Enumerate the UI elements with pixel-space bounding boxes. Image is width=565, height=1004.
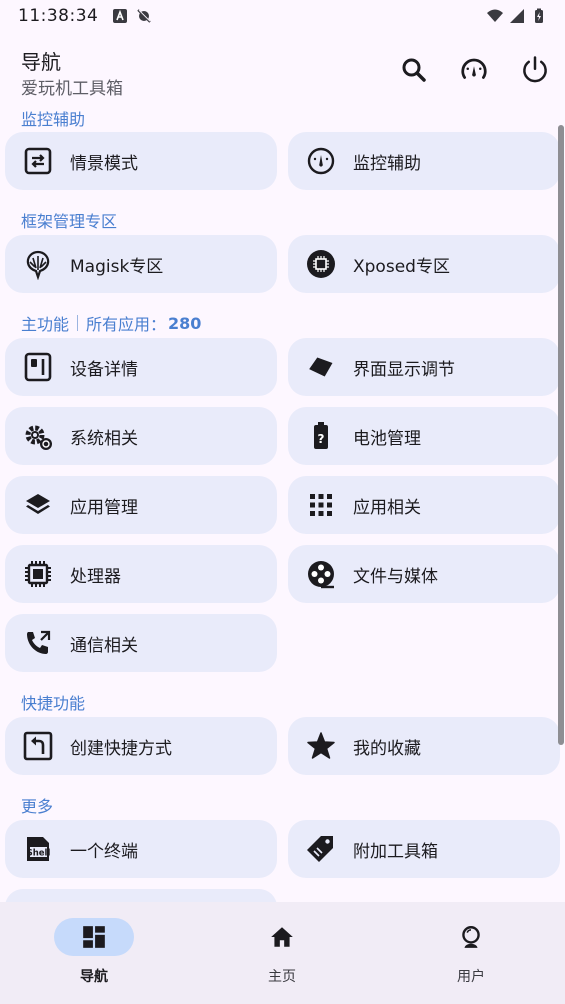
all-apps-count: 280 [168,313,202,333]
power-icon [523,56,547,83]
card-label: 监控辅助 [353,153,421,174]
page-subtitle: 爱玩机工具箱 [21,79,123,99]
nav-item-home[interactable]: 主页 [212,918,352,998]
nav-pill [242,918,322,956]
card-system[interactable]: 系统相关 [5,407,277,465]
card-label: 情景模式 [70,153,138,174]
shell-icon: Shell [27,837,51,861]
notification-off-icon [137,9,152,23]
svg-text:Shell: Shell [27,849,51,859]
card-partial[interactable] [5,889,277,902]
scrollbar-thumb[interactable] [558,125,564,745]
user-icon [462,926,480,948]
card-extra-toolbox[interactable]: 附加工具箱 [288,820,560,878]
card-label: 通信相关 [70,635,138,656]
monitor-button[interactable] [456,52,492,88]
display-adjust-icon [309,357,333,377]
app-header: 导航 爱玩机工具箱 [0,40,565,102]
nav-label: 主页 [268,969,296,985]
signal-icon [510,9,524,23]
section-main-title: 主功能 [21,315,70,334]
search-button[interactable] [396,52,432,88]
battery-unknown-icon: ? [314,422,328,449]
a-box-icon [113,9,128,23]
nav-label: 导航 [80,969,108,985]
film-reel-icon [308,561,334,589]
home-icon [271,927,293,947]
nav-item-navigation[interactable]: 导航 [24,918,164,998]
card-label: 附加工具箱 [353,841,438,862]
shortcut-icon [23,731,53,761]
xposed-chip-icon [307,250,335,278]
card-label: Xposed专区 [353,256,450,277]
speedometer-icon [307,147,335,175]
card-communication[interactable]: 通信相关 [5,614,277,672]
card-label: 文件与媒体 [353,566,438,587]
layers-icon [26,494,50,514]
svg-text:?: ? [318,432,325,446]
card-label: 应用管理 [70,497,138,518]
tag-icon [307,836,333,862]
section-main-label: 主功能 所有应用： 280 [21,311,201,335]
card-label: 电池管理 [353,428,421,449]
nav-active-indicator [54,918,134,956]
navigation-list[interactable]: 监控辅助 情景模式 监控辅助 框架管理专区 Magisk专区 Xposed专区 … [0,102,565,902]
section-shortcuts-label: 快捷功能 [21,694,86,713]
speedometer-icon [461,58,487,79]
settings-gear-icon [25,425,52,450]
battery-charging-icon [535,8,543,23]
card-device-info[interactable]: 设备详情 [5,338,277,396]
card-label: 我的收藏 [353,738,421,759]
status-bar: 11:38:34 [0,0,565,32]
card-battery[interactable]: ? 电池管理 [288,407,560,465]
card-label: 应用相关 [353,497,421,518]
star-icon [307,732,335,759]
card-label: Magisk专区 [70,256,164,277]
nav-pill [431,918,511,956]
card-label: 设备详情 [70,359,138,380]
card-favorites[interactable]: 我的收藏 [288,717,560,775]
card-xposed[interactable]: Xposed专区 [288,235,560,293]
magisk-icon [26,250,50,280]
card-display-adjust[interactable]: 界面显示调节 [288,338,560,396]
section-more-label: 更多 [21,797,54,816]
card-label: 一个终端 [70,841,138,862]
dashboard-icon [83,926,105,948]
card-file-media[interactable]: 文件与媒体 [288,545,560,603]
card-processor[interactable]: 处理器 [5,545,277,603]
wifi-icon [487,9,503,22]
section-monitor-label: 监控辅助 [21,110,86,129]
nav-label: 用户 [457,969,485,985]
section-divider [77,315,79,331]
card-label: 创建快捷方式 [70,738,172,759]
card-label: 界面显示调节 [353,359,455,380]
all-apps-label: 所有应用： [86,315,167,334]
search-icon [402,58,426,82]
swap-icon [24,147,52,175]
section-framework-label: 框架管理专区 [21,212,118,231]
page-title: 导航 [21,50,61,74]
processor-icon [25,561,51,587]
apps-grid-icon [310,494,332,516]
card-label: 处理器 [70,566,121,587]
power-button[interactable] [517,52,553,88]
device-icon [24,352,52,382]
card-terminal[interactable]: Shell 一个终端 [5,820,277,878]
bottom-navigation: 导航 主页 用户 [0,902,565,1004]
nav-item-user[interactable]: 用户 [401,918,541,998]
card-monitor-assist[interactable]: 监控辅助 [288,132,560,190]
card-magisk[interactable]: Magisk专区 [5,235,277,293]
card-app-related[interactable]: 应用相关 [288,476,560,534]
card-scene-mode[interactable]: 情景模式 [5,132,277,190]
card-label: 系统相关 [70,428,138,449]
status-time: 11:38:34 [18,6,99,26]
card-create-shortcut[interactable]: 创建快捷方式 [5,717,277,775]
phone-icon [27,630,51,654]
card-app-manage[interactable]: 应用管理 [5,476,277,534]
